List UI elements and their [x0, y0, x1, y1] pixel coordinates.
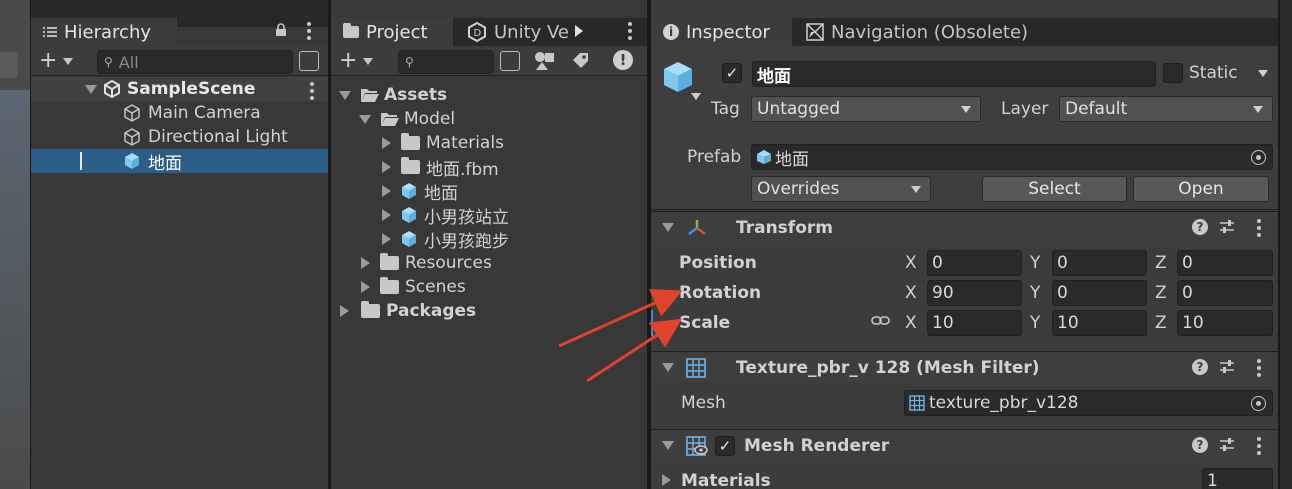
annotation-arrow-rotation [558, 289, 683, 348]
annotation-arrows [558, 289, 683, 383]
annotation-arrow-scale [586, 318, 683, 383]
